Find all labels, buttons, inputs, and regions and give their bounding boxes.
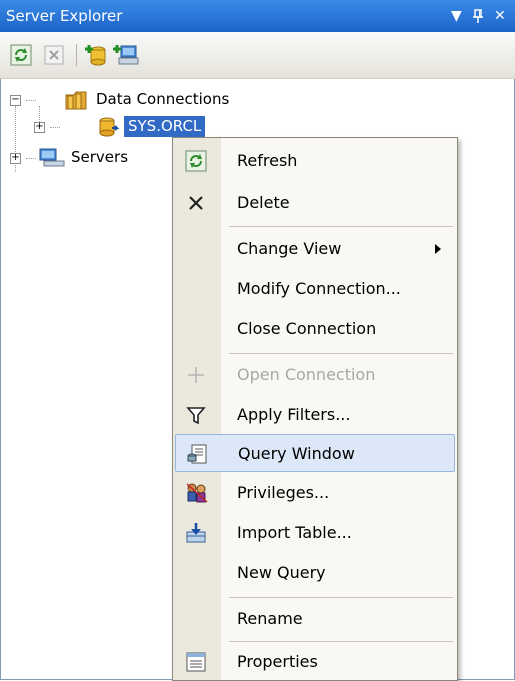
menu-item-label: Privileges... <box>237 483 330 502</box>
menu-item-change-view[interactable]: Change View <box>175 230 455 268</box>
menu-item-new-query[interactable]: New Query <box>175 554 455 592</box>
menu-item-import-table[interactable]: Import Table... <box>175 514 455 552</box>
properties-icon <box>185 651 207 673</box>
delete-icon <box>185 192 207 214</box>
panel-title: Server Explorer <box>6 7 123 25</box>
menu-item-label: Import Table... <box>237 523 352 542</box>
menu-item-modify-connection[interactable]: Modify Connection... <box>175 270 455 308</box>
menu-item-label: Query Window <box>238 444 355 463</box>
menu-item-label: Properties <box>237 652 318 671</box>
menu-separator <box>229 641 453 642</box>
tree-connector <box>50 127 60 128</box>
privileges-icon <box>185 482 208 504</box>
plug-icon <box>185 364 207 386</box>
expand-toggle[interactable]: + <box>34 122 45 133</box>
tree-connector <box>26 100 36 101</box>
query-window-icon <box>186 443 208 465</box>
server-icon <box>38 146 66 172</box>
context-menu: Refresh Delete Change View Modify Connec… <box>172 137 458 681</box>
menu-item-query-window[interactable]: Query Window <box>175 434 455 472</box>
menu-item-label: Close Connection <box>237 319 377 338</box>
menu-separator <box>229 226 453 227</box>
stop-refresh-icon[interactable] <box>43 44 65 66</box>
menu-item-apply-filters[interactable]: Apply Filters... <box>175 396 455 434</box>
panel-toolbar <box>0 32 515 79</box>
window-position-dropdown-icon[interactable]: ▼ <box>451 0 462 32</box>
panel-title-bar: Server Explorer ▼ ✕ <box>0 0 515 32</box>
menu-item-label: New Query <box>237 563 326 582</box>
filter-icon <box>185 404 207 426</box>
menu-item-close-connection[interactable]: Close Connection <box>175 310 455 348</box>
import-table-icon <box>185 522 207 544</box>
add-connection-icon[interactable] <box>84 44 106 66</box>
pin-icon[interactable] <box>471 0 485 32</box>
refresh-icon[interactable] <box>10 44 32 66</box>
menu-item-label: Delete <box>237 193 290 212</box>
tree-connector <box>26 158 36 159</box>
folder-icon <box>64 89 90 115</box>
connect-to-server-icon[interactable] <box>113 44 139 66</box>
toolbar-separator <box>76 44 77 66</box>
menu-item-privileges[interactable]: Privileges... <box>175 474 455 512</box>
close-icon[interactable]: ✕ <box>494 0 506 32</box>
refresh-icon <box>185 150 207 172</box>
menu-item-properties[interactable]: Properties <box>175 643 455 681</box>
menu-item-rename[interactable]: Rename <box>175 600 455 638</box>
menu-item-label: Modify Connection... <box>237 279 401 298</box>
menu-item-label: Change View <box>237 239 342 258</box>
menu-item-refresh[interactable]: Refresh <box>175 142 455 180</box>
collapse-toggle[interactable]: − <box>10 95 21 106</box>
submenu-arrow-icon <box>435 244 441 254</box>
menu-item-label: Apply Filters... <box>237 405 351 424</box>
menu-item-label: Refresh <box>237 151 298 170</box>
expand-toggle[interactable]: + <box>10 153 21 164</box>
tree-item-sys-orcl[interactable]: SYS.ORCL <box>124 116 206 137</box>
menu-item-label: Rename <box>237 609 303 628</box>
menu-separator <box>229 597 453 598</box>
tree-item-servers[interactable]: Servers <box>71 148 128 166</box>
menu-item-label: Open Connection <box>237 365 376 384</box>
menu-item-open-connection[interactable]: Open Connection <box>175 356 455 394</box>
database-connection-icon <box>97 116 121 142</box>
menu-item-delete[interactable]: Delete <box>175 184 455 222</box>
menu-separator <box>229 353 453 354</box>
tree-item-data-connections[interactable]: Data Connections <box>96 90 229 108</box>
